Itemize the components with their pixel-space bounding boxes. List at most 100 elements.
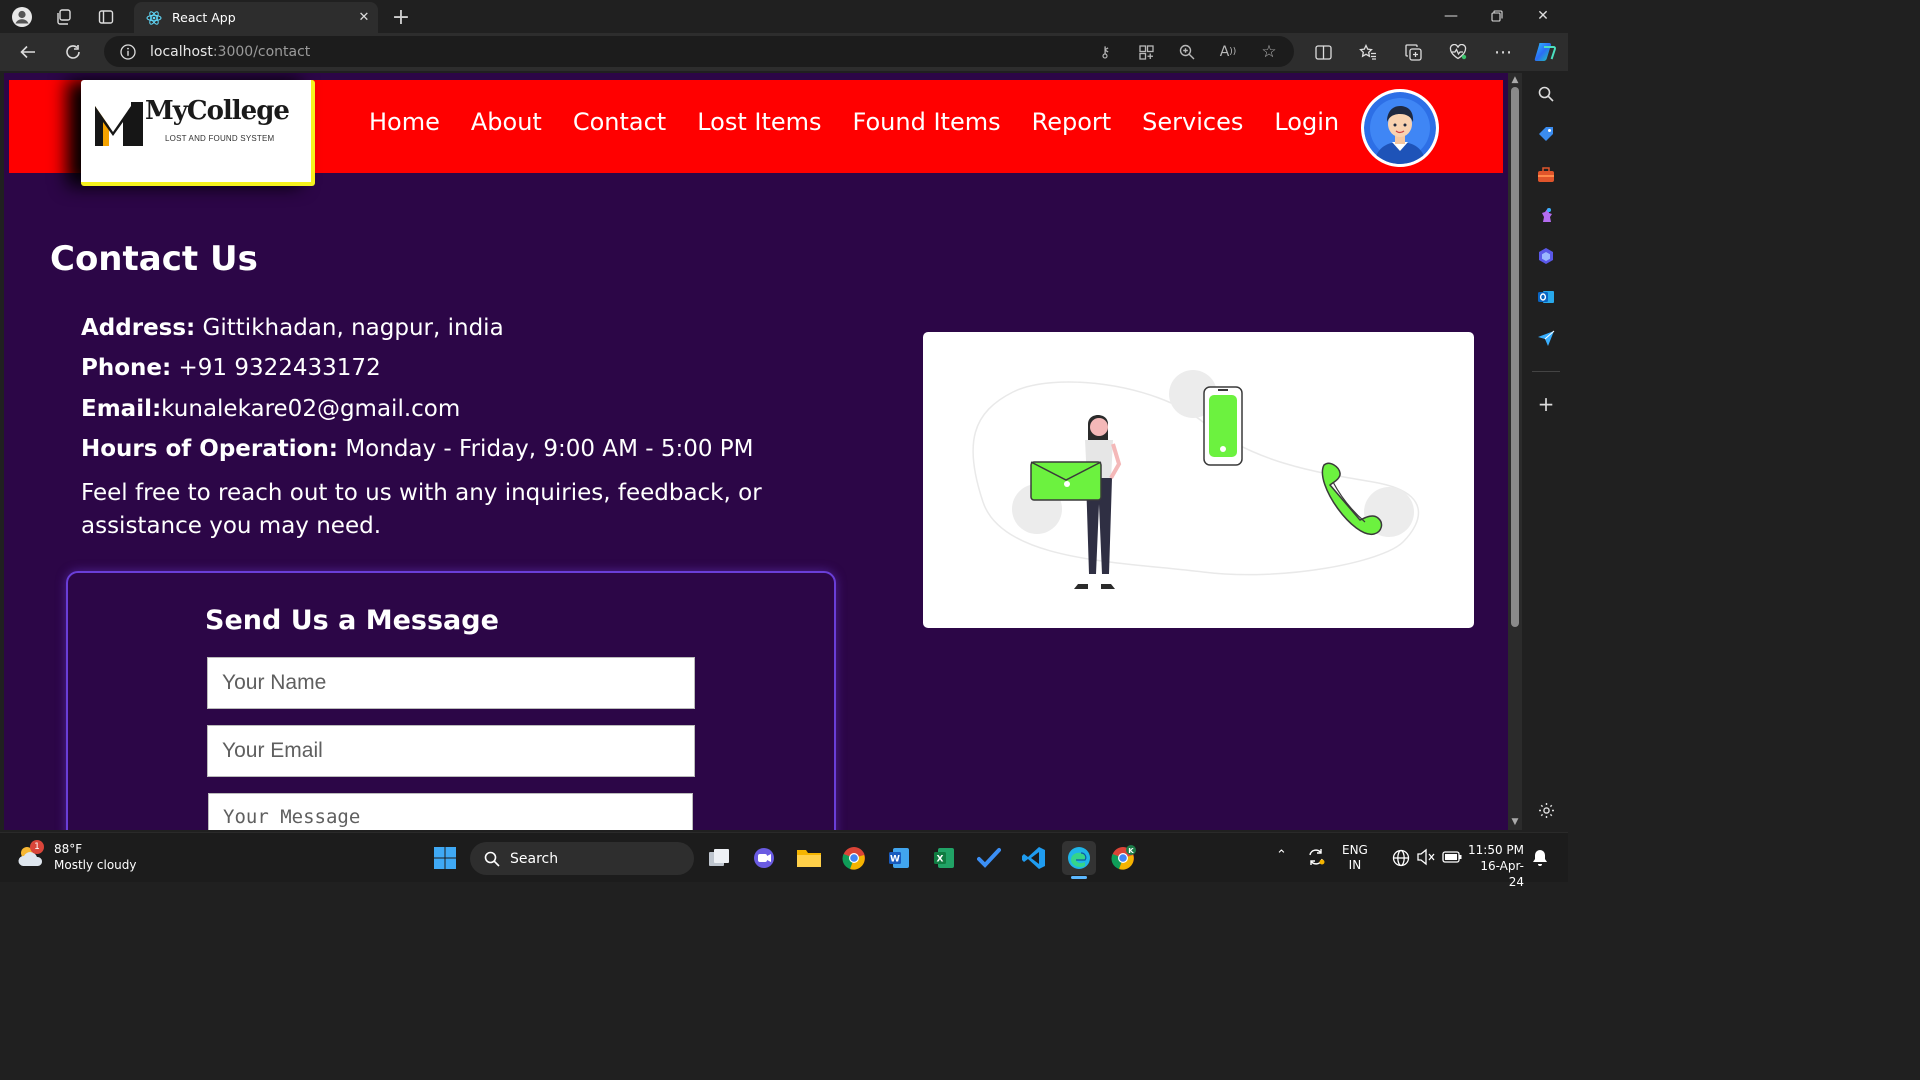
read-aloud-icon[interactable]: A)) [1215, 40, 1241, 64]
nav-link-lost-items[interactable]: Lost Items [697, 108, 821, 136]
sidebar-outlook-icon[interactable] [1535, 286, 1557, 308]
scroll-down-icon[interactable]: ▼ [1510, 817, 1520, 827]
minimize-icon[interactable]: — [1428, 0, 1474, 32]
browser-tab[interactable]: React App ✕ [134, 2, 378, 33]
sidebar-games-icon[interactable] [1535, 204, 1557, 226]
restore-icon[interactable] [1474, 0, 1520, 32]
phone-line: Phone: +91 9322433172 [81, 355, 381, 381]
taskbar-search-icon [484, 851, 500, 867]
chrome-profile-icon[interactable]: K [1107, 841, 1141, 875]
nav-link-login[interactable]: Login [1274, 108, 1339, 136]
site-info-icon[interactable] [120, 43, 136, 60]
weather-badge: 1 [30, 840, 44, 854]
page-title: Contact Us [50, 239, 258, 279]
scroll-thumb[interactable] [1511, 87, 1519, 627]
sidebar-settings-icon[interactable] [1535, 799, 1557, 821]
site-navbar: MyCollege LOST AND FOUND SYSTEM Home Abo… [9, 80, 1503, 186]
sidebar-send-icon[interactable] [1535, 327, 1557, 349]
language-indicator[interactable]: ENG IN [1342, 843, 1368, 873]
scroll-up-icon[interactable]: ▲ [1510, 75, 1520, 85]
teams-chat-icon[interactable] [747, 841, 781, 875]
svg-text:X: X [937, 855, 944, 865]
sidebar-add-icon[interactable]: + [1535, 392, 1557, 416]
tray-chevron-icon[interactable]: ⌃ [1276, 848, 1287, 863]
hours-value: Monday - Friday, 9:00 AM - 5:00 PM [338, 436, 754, 462]
address-bar[interactable]: localhost:3000/contact ⚷ A)) ☆ [104, 36, 1294, 67]
nav-link-found-items[interactable]: Found Items [853, 108, 1001, 136]
system-tray: ⌃ ENG IN 11:50 PM 16-Apr-24 [1270, 833, 1568, 889]
app-available-icon[interactable] [1133, 40, 1159, 64]
browser-title-bar: React App ✕ + — ✕ [0, 0, 1568, 33]
sidebar-shopping-icon[interactable] [1535, 123, 1557, 145]
weather-desc: Mostly cloudy [54, 858, 137, 872]
weather-cloud-icon: 1 [16, 840, 46, 872]
phone-value: +91 9322433172 [171, 355, 381, 381]
favorite-star-icon[interactable]: ☆ [1256, 40, 1282, 64]
edge-icon[interactable] [1062, 841, 1096, 879]
logo-name: MyCollege [145, 96, 290, 126]
email-line: Email:kunalekare02@gmail.com [81, 396, 460, 422]
edge-active-indicator [1071, 876, 1087, 879]
nav-link-contact[interactable]: Contact [573, 108, 666, 136]
email-input[interactable] [207, 725, 695, 777]
workspaces-icon[interactable] [50, 4, 78, 30]
refresh-icon[interactable] [58, 38, 88, 66]
favorites-icon[interactable] [1353, 38, 1383, 66]
key-icon[interactable]: ⚷ [1092, 40, 1118, 64]
zoom-icon[interactable] [1174, 40, 1200, 64]
more-options-icon[interactable]: ⋯ [1488, 38, 1518, 66]
address-value: Gittikhadan, nagpur, india [195, 315, 504, 341]
lang-top: ENG [1342, 843, 1368, 857]
phone-label: Phone: [81, 355, 172, 381]
nav-link-report[interactable]: Report [1032, 108, 1112, 136]
svg-text:W: W [890, 855, 900, 865]
file-explorer-icon[interactable] [792, 841, 826, 875]
browser-essentials-icon[interactable] [1443, 38, 1473, 66]
nav-link-home[interactable]: Home [369, 108, 440, 136]
sidebar-search-icon[interactable] [1535, 83, 1557, 105]
sidebar-copilot-icon[interactable] [1535, 245, 1557, 267]
email-value: kunalekare02@gmail.com [161, 396, 461, 422]
taskbar-search-label: Search [510, 850, 559, 867]
message-textarea[interactable] [208, 793, 693, 830]
excel-icon[interactable]: X [927, 841, 961, 875]
name-input[interactable] [207, 657, 695, 709]
user-avatar[interactable] [1361, 89, 1439, 167]
split-screen-icon[interactable] [1308, 38, 1338, 66]
tray-sync-icon[interactable] [1306, 847, 1326, 870]
taskbar-search[interactable]: Search [470, 842, 694, 875]
word-icon[interactable]: W [882, 841, 916, 875]
clock-time: 11:50 PM [1468, 843, 1524, 857]
back-icon[interactable] [13, 38, 43, 66]
task-view-icon[interactable] [702, 841, 736, 875]
page-viewport: MyCollege LOST AND FOUND SYSTEM Home Abo… [4, 73, 1508, 830]
chrome-icon[interactable] [837, 841, 871, 875]
sidebar-tools-icon[interactable] [1535, 164, 1557, 186]
network-icon[interactable] [1392, 849, 1410, 870]
copilot-icon[interactable] [1530, 38, 1560, 66]
nav-link-services[interactable]: Services [1142, 108, 1243, 136]
site-logo[interactable]: MyCollege LOST AND FOUND SYSTEM [81, 80, 315, 186]
sidebar-divider [1532, 371, 1560, 372]
url-host: localhost [150, 43, 213, 60]
nav-link-about[interactable]: About [471, 108, 542, 136]
page-scrollbar[interactable]: ▲ ▼ [1508, 73, 1522, 830]
new-tab-icon[interactable]: + [387, 4, 415, 30]
battery-icon[interactable] [1442, 850, 1462, 867]
weather-widget[interactable]: 1 88°F Mostly cloudy [16, 840, 137, 873]
notification-bell-icon[interactable] [1532, 849, 1548, 870]
address-toolbar: localhost:3000/contact ⚷ A)) ☆ ⋯ [0, 33, 1568, 71]
collections-icon[interactable] [1398, 38, 1428, 66]
vscode-icon[interactable] [1017, 841, 1051, 875]
edge-sidebar: + [1524, 71, 1568, 832]
svg-text:K: K [1128, 847, 1134, 855]
todo-icon[interactable] [972, 841, 1006, 875]
close-window-icon[interactable]: ✕ [1520, 0, 1566, 32]
start-icon[interactable] [428, 841, 462, 875]
close-tab-icon[interactable]: ✕ [350, 10, 378, 25]
tab-actions-icon[interactable] [92, 4, 120, 30]
clock[interactable]: 11:50 PM 16-Apr-24 [1468, 842, 1524, 890]
weather-temp: 88°F [54, 842, 83, 856]
profile-icon[interactable] [8, 4, 36, 30]
volume-muted-icon[interactable] [1416, 848, 1436, 869]
